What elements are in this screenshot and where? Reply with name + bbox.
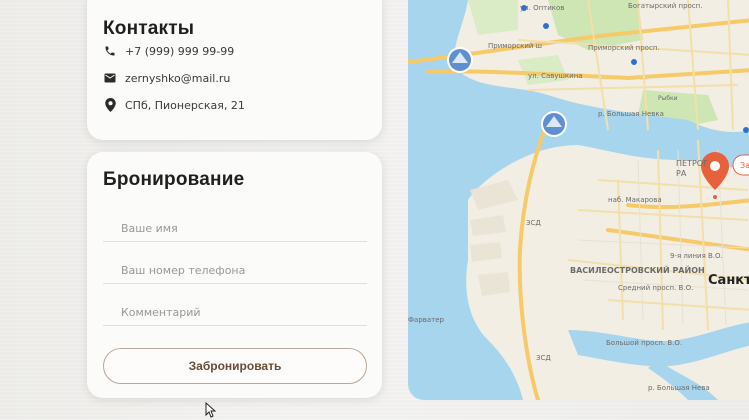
map-label-sankt: Санкт: [708, 273, 749, 288]
phone-icon: [103, 44, 117, 58]
map-label-optikov: ул. Оптиков: [520, 4, 564, 12]
name-input[interactable]: Ваше имя: [103, 208, 367, 242]
contact-phone-row[interactable]: +7 (999) 999 99-99: [103, 44, 234, 58]
contacts-title: Контакты: [103, 18, 195, 39]
map-label-petrograd: ПЕТРОГ: [676, 159, 708, 168]
booking-card: Бронирование Ваше имя Ваш номер телефона…: [87, 152, 382, 398]
map-label-savushkina: ул. Савушкина: [528, 72, 583, 80]
contact-phone-text: +7 (999) 999 99-99: [125, 44, 235, 58]
map-photo-marker-2[interactable]: [541, 111, 567, 137]
map-photo-marker-1[interactable]: [447, 47, 473, 73]
contact-address-row: СПб, Пионерская, 21: [103, 98, 245, 112]
comment-input[interactable]: Комментарий: [103, 292, 367, 326]
mail-icon: [103, 71, 117, 85]
map-label-park: Рыбки: [658, 95, 678, 102]
contact-address-text: СПб, Пионерская, 21: [125, 98, 245, 112]
map-label-9-line: 9-я линия В.О.: [670, 252, 723, 260]
location-pin-icon: [103, 98, 117, 112]
map-label-petrograd-2: РА: [676, 169, 687, 178]
map-label-vasileostrovsky: ВАСИЛЕОСТРОВСКИЙ РАЙОН: [570, 264, 705, 275]
map-label-zsd-2: ЗСД: [536, 354, 551, 362]
map-label-bolshoy: Большой просп. В.О.: [606, 339, 682, 347]
phone-input[interactable]: Ваш номер телефона: [103, 250, 367, 284]
map[interactable]: ул. Оптиков Богатырский просп. Приморски…: [408, 0, 749, 400]
map-label-sredniy: Средний просп. В.О.: [618, 284, 693, 292]
map-label-zsd: ЗСД: [526, 219, 541, 227]
contact-email-text: zernyshko@mail.ru: [125, 71, 231, 85]
map-label-makarova: наб. Макарова: [608, 196, 662, 204]
booking-title: Бронирование: [103, 169, 245, 190]
map-label-primorsky: Приморский ш: [488, 42, 542, 50]
contact-email-row[interactable]: zernyshko@mail.ru: [103, 71, 230, 85]
map-label-primorsky2: Приморский просп.: [588, 44, 660, 52]
map-label-bolshaya-neva: р. Большая Нева: [648, 384, 710, 392]
map-label-bogatyrsky: Богатырский просп.: [628, 2, 702, 10]
map-pin-label: За: [740, 161, 749, 170]
map-label-fairway: Фарватер: [408, 316, 445, 324]
contacts-card: Контакты +7 (999) 999 99-99 zernyshko@ma…: [87, 0, 382, 140]
mouse-cursor-icon: [205, 401, 217, 420]
book-button[interactable]: Забронировать: [103, 348, 367, 384]
map-label-bolshaya-nevka: р. Большая Невка: [598, 110, 664, 118]
map-canvas[interactable]: ул. Оптиков Богатырский просп. Приморски…: [408, 0, 749, 400]
